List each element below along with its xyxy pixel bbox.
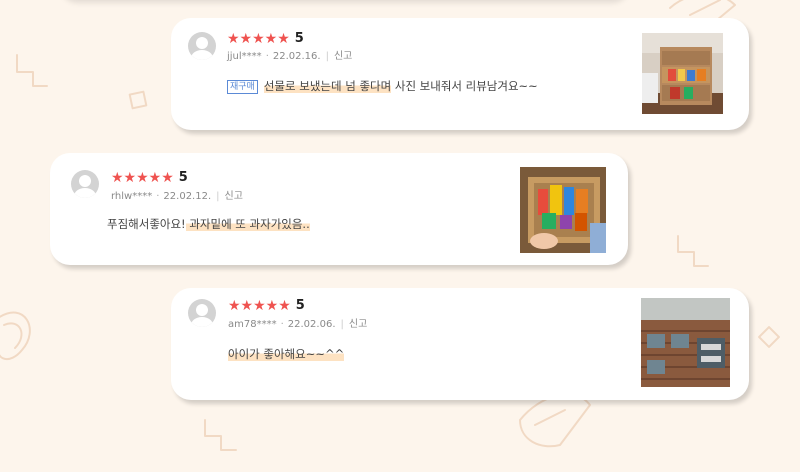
reviewer-id: jjul**** — [227, 51, 262, 62]
review-rating: ★★★★★ 5 — [227, 31, 304, 47]
star-icon: ★★★★★ — [228, 298, 291, 314]
review-highlight: 아이가 좋아해요~~^^ — [228, 347, 345, 361]
user-avatar-icon — [71, 170, 99, 198]
user-avatar-icon — [188, 299, 216, 327]
review-card: ★★★★★ 5 am78**** · 22.02.06. | 신고 아이가 좋아해요~~… — [171, 288, 749, 400]
rating-score: 5 — [178, 170, 188, 185]
review-text: 아이가 좋아해요~~^^ — [228, 346, 345, 362]
review-highlight: 과자밑에 또 과자가있음.. — [185, 217, 310, 231]
review-meta: jjul**** · 22.02.16. | 신고 — [227, 51, 353, 62]
review-rating: ★★★★★ 5 — [228, 298, 305, 314]
reviewer-id: rhlw**** — [111, 191, 153, 202]
review-photo[interactable] — [642, 33, 723, 114]
review-highlight: 선물로 보냈는데 넘 좋다며 — [263, 79, 392, 93]
repurchase-badge: 재구매 — [227, 80, 258, 94]
report-link[interactable]: 신고 — [349, 319, 367, 330]
user-avatar-icon — [188, 32, 216, 60]
review-card: ★★★★★ 5 jjul**** · 22.02.16. | 신고 재구매 선물로 보냈는… — [171, 18, 749, 130]
review-photo[interactable] — [520, 167, 606, 253]
review-rating: ★★★★★ 5 — [111, 170, 188, 186]
report-link[interactable]: 신고 — [334, 51, 352, 62]
review-meta: rhlw**** · 22.02.12. | 신고 — [111, 191, 243, 202]
review-text: 푸짐해서좋아요! 과자밑에 또 과자가있음.. — [107, 217, 310, 231]
review-date: 22.02.06. — [287, 319, 336, 330]
review-meta: am78**** · 22.02.06. | 신고 — [228, 319, 368, 330]
rating-score: 5 — [295, 298, 305, 313]
star-icon: ★★★★★ — [111, 170, 174, 186]
review-date: 22.02.12. — [163, 191, 212, 202]
review-card: ★★★★★ 5 rhlw**** · 22.02.12. | 신고 푸짐해서좋아요! 과… — [50, 153, 628, 265]
report-link[interactable]: 신고 — [225, 191, 243, 202]
review-text: 재구매 선물로 보냈는데 넘 좋다며 사진 보내줘서 리뷰남겨요~~ — [227, 78, 538, 94]
rating-score: 5 — [294, 31, 304, 46]
reviewer-id: am78**** — [228, 319, 277, 330]
review-photo[interactable] — [641, 298, 730, 387]
review-date: 22.02.16. — [272, 51, 321, 62]
star-icon: ★★★★★ — [227, 31, 290, 47]
